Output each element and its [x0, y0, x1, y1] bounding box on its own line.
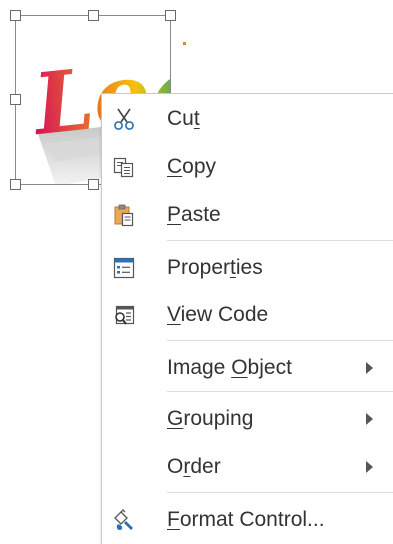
submenu-arrow-icon [366, 362, 373, 374]
resize-handle-top[interactable] [88, 10, 99, 21]
menu-item-properties[interactable]: Properties [102, 245, 393, 291]
resize-handle-bottom[interactable] [88, 179, 99, 190]
view-code-icon [115, 305, 135, 325]
resize-handle-left[interactable] [10, 94, 21, 105]
menu-label-view-code: View Code [167, 303, 269, 326]
menu-label-paste: Paste [167, 203, 221, 226]
scissors-icon [114, 108, 134, 130]
menu-separator [167, 492, 393, 493]
resize-handle-top-left[interactable] [10, 10, 21, 21]
menu-label-format-control: Format Control... [167, 508, 325, 531]
format-control-icon [114, 509, 133, 530]
menu-label-image-object: Image Object [167, 356, 292, 379]
menu-item-image-object[interactable]: Image Object [102, 345, 393, 391]
resize-handle-bottom-left[interactable] [10, 179, 21, 190]
menu-label-grouping: Grouping [167, 407, 254, 430]
paste-icon [114, 204, 134, 227]
resize-handle-top-right[interactable] [165, 10, 176, 21]
cell-marker [183, 42, 186, 45]
menu-separator [167, 391, 393, 392]
menu-separator [167, 240, 393, 241]
menu-item-cut[interactable]: Cut [102, 96, 393, 142]
menu-item-view-code[interactable]: View Code [102, 292, 393, 338]
context-menu: Cut Copy Paste Properties View Code Imag… [101, 93, 393, 544]
menu-label-properties: Properties [167, 256, 263, 279]
menu-item-copy[interactable]: Copy [102, 144, 393, 190]
menu-item-order[interactable]: Order [102, 444, 393, 490]
menu-separator [167, 340, 393, 341]
properties-icon [113, 257, 135, 279]
excel-worksheet-area: Logo Cut [0, 0, 393, 544]
menu-item-grouping[interactable]: Grouping [102, 396, 393, 442]
menu-label-cut: Cut [167, 107, 200, 130]
copy-icon [113, 157, 134, 178]
submenu-arrow-icon [366, 413, 373, 425]
menu-label-copy: Copy [167, 155, 217, 178]
menu-item-format-control[interactable]: Format Control... [102, 497, 393, 543]
menu-label-order: Order [167, 455, 221, 478]
menu-item-paste[interactable]: Paste [102, 192, 393, 238]
submenu-arrow-icon [366, 461, 373, 473]
